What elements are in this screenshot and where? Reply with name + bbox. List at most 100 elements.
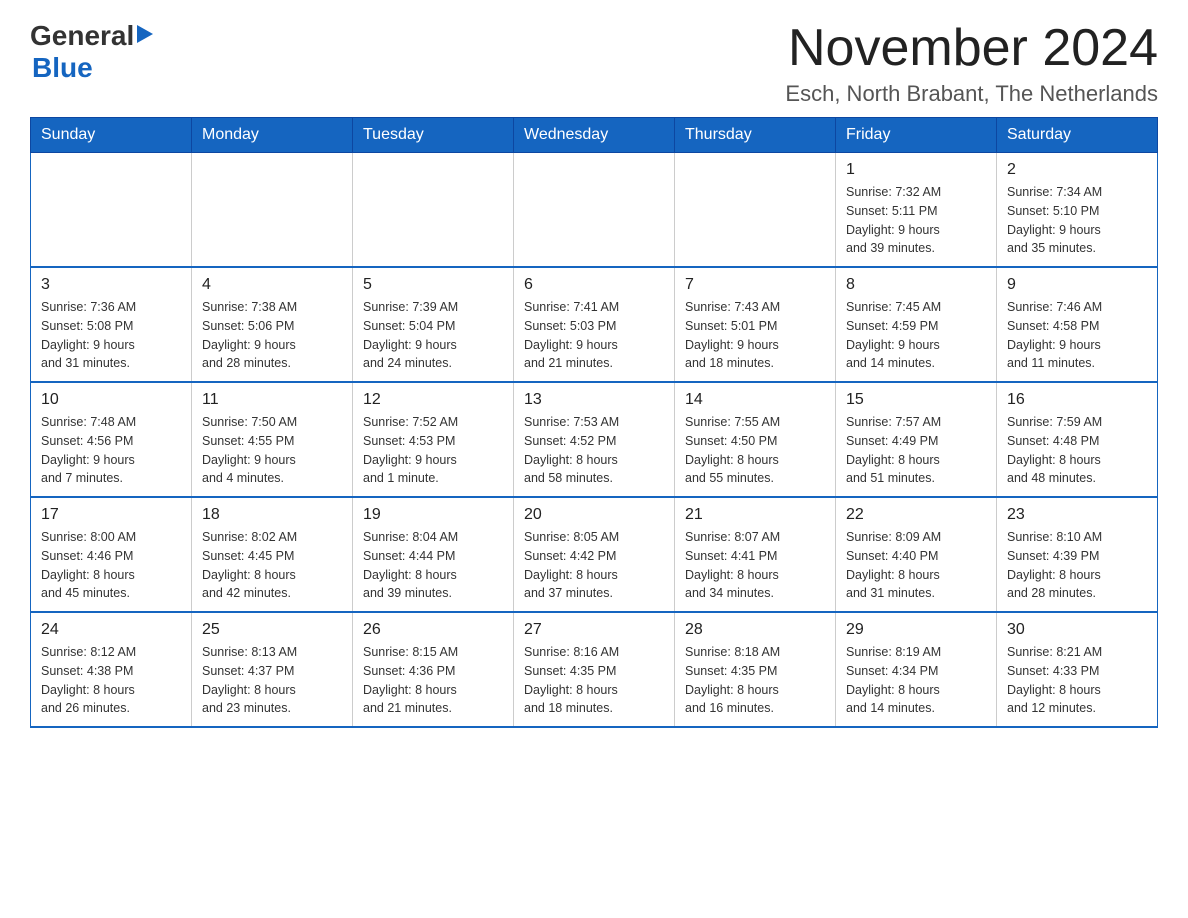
- logo-general-text: General: [30, 20, 134, 52]
- day-info: Sunrise: 8:05 AMSunset: 4:42 PMDaylight:…: [524, 528, 664, 603]
- calendar-cell: 18 Sunrise: 8:02 AMSunset: 4:45 PMDayligh…: [192, 497, 353, 612]
- day-info: Sunrise: 8:07 AMSunset: 4:41 PMDaylight:…: [685, 528, 825, 603]
- calendar-cell: 8Sunrise: 7:45 AMSunset: 4:59 PMDaylight…: [836, 267, 997, 382]
- calendar-cell: 4 Sunrise: 7:38 AMSunset: 5:06 PMDaylight…: [192, 267, 353, 382]
- calendar-cell: 13Sunrise: 7:53 AMSunset: 4:52 PMDayligh…: [514, 382, 675, 497]
- day-info: Sunrise: 7:55 AMSunset: 4:50 PMDaylight:…: [685, 413, 825, 488]
- calendar-cell: 30 Sunrise: 8:21 AMSunset: 4:33 PMDayligh…: [997, 612, 1158, 727]
- day-info: Sunrise: 8:19 AMSunset: 4:34 PMDaylight:…: [846, 643, 986, 718]
- day-number: 26: [363, 621, 503, 639]
- day-number: 29: [846, 621, 986, 639]
- calendar-cell: 25 Sunrise: 8:13 AMSunset: 4:37 PMDayligh…: [192, 612, 353, 727]
- calendar-cell: 21 Sunrise: 8:07 AMSunset: 4:41 PMDayligh…: [675, 497, 836, 612]
- day-info: Sunrise: 8:18 AMSunset: 4:35 PMDaylight:…: [685, 643, 825, 718]
- day-header-sunday: Sunday: [31, 118, 192, 153]
- day-number: 30: [1007, 621, 1147, 639]
- day-info: Sunrise: 7:43 AMSunset: 5:01 PMDaylight:…: [685, 298, 825, 373]
- day-info: Sunrise: 8:13 AMSunset: 4:37 PMDaylight:…: [202, 643, 342, 718]
- day-info: Sunrise: 7:32 AMSunset: 5:11 PMDaylight:…: [846, 183, 986, 258]
- week-row-5: 24Sunrise: 8:12 AMSunset: 4:38 PMDayligh…: [31, 612, 1158, 727]
- calendar-cell: 29 Sunrise: 8:19 AMSunset: 4:34 PMDayligh…: [836, 612, 997, 727]
- day-number: 7: [685, 276, 825, 294]
- calendar-cell: 23Sunrise: 8:10 AMSunset: 4:39 PMDayligh…: [997, 497, 1158, 612]
- day-info: Sunrise: 8:04 AMSunset: 4:44 PMDaylight:…: [363, 528, 503, 603]
- calendar-cell: [514, 153, 675, 268]
- day-info: Sunrise: 7:34 AMSunset: 5:10 PMDaylight:…: [1007, 183, 1147, 258]
- logo: General Blue: [30, 20, 153, 84]
- days-header-row: SundayMondayTuesdayWednesdayThursdayFrid…: [31, 118, 1158, 153]
- calendar-cell: 19 Sunrise: 8:04 AMSunset: 4:44 PMDayligh…: [353, 497, 514, 612]
- calendar-cell: [353, 153, 514, 268]
- day-info: Sunrise: 8:02 AMSunset: 4:45 PMDaylight:…: [202, 528, 342, 603]
- calendar-cell: 17 Sunrise: 8:00 AMSunset: 4:46 PMDayligh…: [31, 497, 192, 612]
- day-header-monday: Monday: [192, 118, 353, 153]
- day-number: 11: [202, 391, 342, 409]
- day-number: 25: [202, 621, 342, 639]
- day-number: 5: [363, 276, 503, 294]
- day-info: Sunrise: 7:50 AMSunset: 4:55 PMDaylight:…: [202, 413, 342, 488]
- calendar-cell: 26 Sunrise: 8:15 AMSunset: 4:36 PMDayligh…: [353, 612, 514, 727]
- day-number: 20: [524, 506, 664, 524]
- week-row-2: 3Sunrise: 7:36 AMSunset: 5:08 PMDaylight…: [31, 267, 1158, 382]
- calendar-cell: 7 Sunrise: 7:43 AMSunset: 5:01 PMDaylight…: [675, 267, 836, 382]
- day-number: 28: [685, 621, 825, 639]
- day-info: Sunrise: 8:16 AMSunset: 4:35 PMDaylight:…: [524, 643, 664, 718]
- calendar-cell: 15 Sunrise: 7:57 AMSunset: 4:49 PMDayligh…: [836, 382, 997, 497]
- calendar-cell: 10 Sunrise: 7:48 AMSunset: 4:56 PMDayligh…: [31, 382, 192, 497]
- day-info: Sunrise: 7:38 AMSunset: 5:06 PMDaylight:…: [202, 298, 342, 373]
- day-number: 3: [41, 276, 181, 294]
- day-number: 2: [1007, 161, 1147, 179]
- logo-arrow-icon: [137, 25, 153, 43]
- day-number: 4: [202, 276, 342, 294]
- day-number: 19: [363, 506, 503, 524]
- calendar-body: 1 Sunrise: 7:32 AMSunset: 5:11 PMDaylight…: [31, 153, 1158, 728]
- day-info: Sunrise: 7:41 AMSunset: 5:03 PMDaylight:…: [524, 298, 664, 373]
- day-info: Sunrise: 7:59 AMSunset: 4:48 PMDaylight:…: [1007, 413, 1147, 488]
- day-number: 14: [685, 391, 825, 409]
- calendar-cell: 5 Sunrise: 7:39 AMSunset: 5:04 PMDaylight…: [353, 267, 514, 382]
- calendar-cell: 27 Sunrise: 8:16 AMSunset: 4:35 PMDayligh…: [514, 612, 675, 727]
- day-number: 13: [524, 391, 664, 409]
- day-header-saturday: Saturday: [997, 118, 1158, 153]
- day-number: 27: [524, 621, 664, 639]
- calendar-cell: 3Sunrise: 7:36 AMSunset: 5:08 PMDaylight…: [31, 267, 192, 382]
- day-number: 1: [846, 161, 986, 179]
- day-info: Sunrise: 8:21 AMSunset: 4:33 PMDaylight:…: [1007, 643, 1147, 718]
- calendar-cell: 28 Sunrise: 8:18 AMSunset: 4:35 PMDayligh…: [675, 612, 836, 727]
- day-info: Sunrise: 8:00 AMSunset: 4:46 PMDaylight:…: [41, 528, 181, 603]
- day-number: 18: [202, 506, 342, 524]
- calendar-cell: 24Sunrise: 8:12 AMSunset: 4:38 PMDayligh…: [31, 612, 192, 727]
- week-row-4: 17 Sunrise: 8:00 AMSunset: 4:46 PMDayligh…: [31, 497, 1158, 612]
- calendar-cell: 20 Sunrise: 8:05 AMSunset: 4:42 PMDayligh…: [514, 497, 675, 612]
- calendar-header: SundayMondayTuesdayWednesdayThursdayFrid…: [31, 118, 1158, 153]
- week-row-3: 10 Sunrise: 7:48 AMSunset: 4:56 PMDayligh…: [31, 382, 1158, 497]
- calendar-cell: 11 Sunrise: 7:50 AMSunset: 4:55 PMDayligh…: [192, 382, 353, 497]
- day-info: Sunrise: 8:10 AMSunset: 4:39 PMDaylight:…: [1007, 528, 1147, 603]
- day-number: 22: [846, 506, 986, 524]
- day-info: Sunrise: 8:09 AMSunset: 4:40 PMDaylight:…: [846, 528, 986, 603]
- day-info: Sunrise: 7:48 AMSunset: 4:56 PMDaylight:…: [41, 413, 181, 488]
- day-number: 10: [41, 391, 181, 409]
- day-number: 24: [41, 621, 181, 639]
- calendar-cell: 12 Sunrise: 7:52 AMSunset: 4:53 PMDayligh…: [353, 382, 514, 497]
- day-info: Sunrise: 8:15 AMSunset: 4:36 PMDaylight:…: [363, 643, 503, 718]
- calendar-cell: 16Sunrise: 7:59 AMSunset: 4:48 PMDayligh…: [997, 382, 1158, 497]
- calendar-cell: 22 Sunrise: 8:09 AMSunset: 4:40 PMDayligh…: [836, 497, 997, 612]
- day-number: 21: [685, 506, 825, 524]
- day-info: Sunrise: 7:52 AMSunset: 4:53 PMDaylight:…: [363, 413, 503, 488]
- page-header: General Blue November 2024 Esch, North B…: [30, 20, 1158, 107]
- day-info: Sunrise: 7:57 AMSunset: 4:49 PMDaylight:…: [846, 413, 986, 488]
- day-number: 12: [363, 391, 503, 409]
- calendar-cell: 9Sunrise: 7:46 AMSunset: 4:58 PMDaylight…: [997, 267, 1158, 382]
- calendar-cell: 2 Sunrise: 7:34 AMSunset: 5:10 PMDaylight…: [997, 153, 1158, 268]
- title-block: November 2024 Esch, North Brabant, The N…: [785, 20, 1158, 107]
- day-info: Sunrise: 7:39 AMSunset: 5:04 PMDaylight:…: [363, 298, 503, 373]
- day-header-friday: Friday: [836, 118, 997, 153]
- day-header-tuesday: Tuesday: [353, 118, 514, 153]
- day-header-wednesday: Wednesday: [514, 118, 675, 153]
- day-info: Sunrise: 7:45 AMSunset: 4:59 PMDaylight:…: [846, 298, 986, 373]
- day-number: 15: [846, 391, 986, 409]
- calendar-title: November 2024: [785, 20, 1158, 77]
- day-number: 17: [41, 506, 181, 524]
- calendar-table: SundayMondayTuesdayWednesdayThursdayFrid…: [30, 117, 1158, 728]
